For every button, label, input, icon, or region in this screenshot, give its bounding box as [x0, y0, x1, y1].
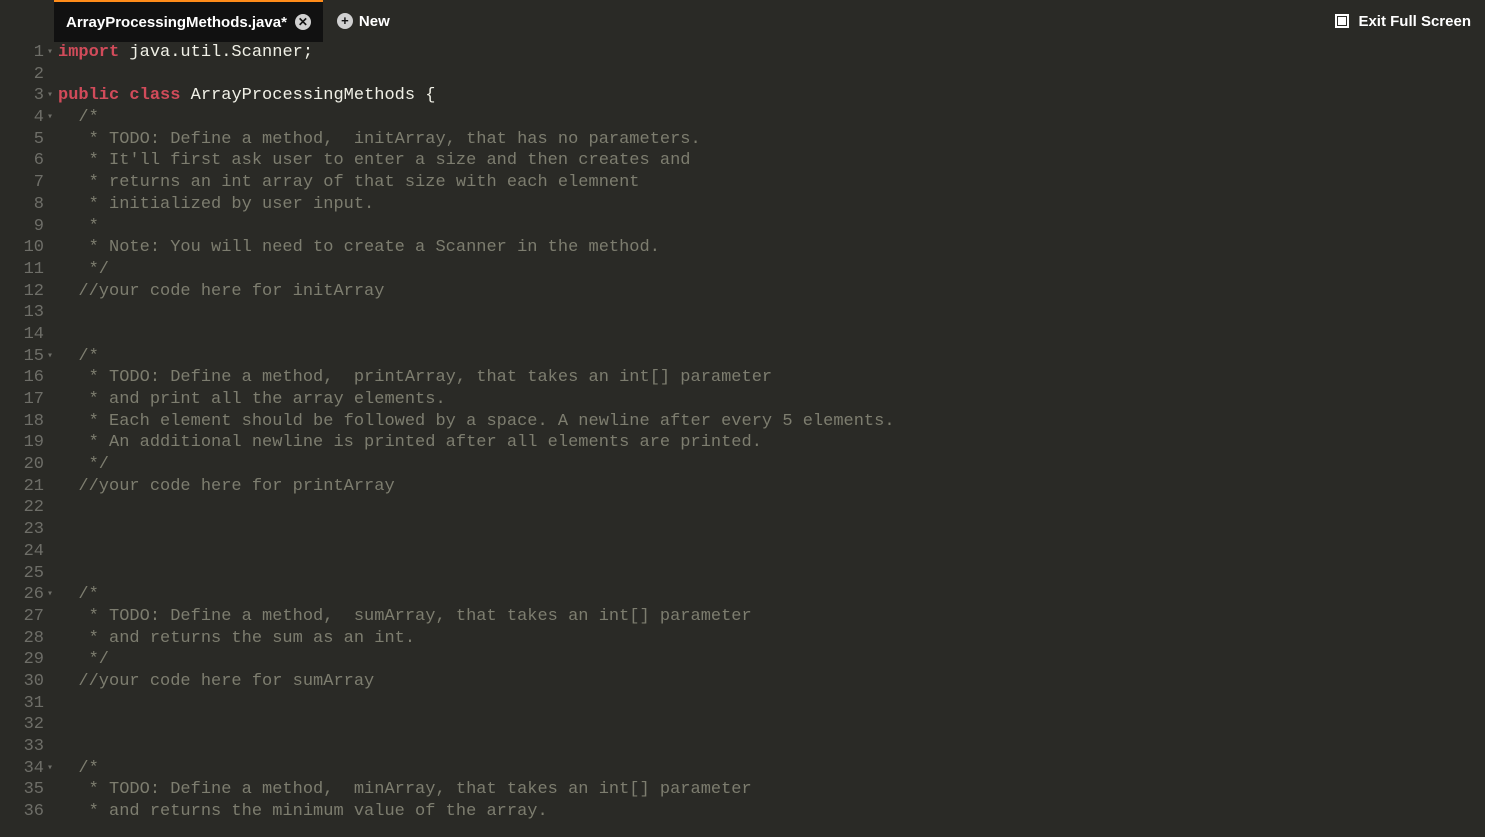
line-number: 10 [0, 237, 44, 259]
new-tab-label: New [359, 13, 390, 30]
code-line: /* [58, 758, 1485, 780]
code-line [58, 736, 1485, 758]
line-number: 13 [0, 302, 44, 324]
code-line [58, 324, 1485, 346]
new-tab-button[interactable]: + New [323, 0, 404, 42]
code-line: */ [58, 259, 1485, 281]
line-number: 33 [0, 736, 44, 758]
line-number: 26 [0, 584, 44, 606]
close-tab-icon[interactable]: ✕ [295, 14, 311, 30]
code-line: */ [58, 649, 1485, 671]
code-line: /* [58, 107, 1485, 129]
line-number: 7 [0, 172, 44, 194]
line-number: 17 [0, 389, 44, 411]
line-number: 31 [0, 693, 44, 715]
fullscreen-exit-icon [1334, 13, 1350, 29]
code-line [58, 302, 1485, 324]
code-line: * TODO: Define a method, sumArray, that … [58, 606, 1485, 628]
code-line: * TODO: Define a method, minArray, that … [58, 779, 1485, 801]
code-area[interactable]: import java.util.Scanner; public class Ar… [54, 42, 1485, 837]
code-line: /* [58, 346, 1485, 368]
line-number: 21 [0, 476, 44, 498]
line-number: 36 [0, 801, 44, 823]
code-line: //your code here for printArray [58, 476, 1485, 498]
code-editor[interactable]: 1234567891011121314151617181920212223242… [0, 42, 1485, 837]
line-number: 29 [0, 649, 44, 671]
code-line: public class ArrayProcessingMethods { [58, 85, 1485, 107]
code-line: * An additional newline is printed after… [58, 432, 1485, 454]
code-line [58, 541, 1485, 563]
code-line [58, 563, 1485, 585]
line-number: 4 [0, 107, 44, 129]
code-line [58, 497, 1485, 519]
line-number: 22 [0, 497, 44, 519]
code-line: //your code here for sumArray [58, 671, 1485, 693]
gutter-spacer [0, 0, 54, 42]
line-number: 8 [0, 194, 44, 216]
line-number: 25 [0, 563, 44, 585]
line-number: 35 [0, 779, 44, 801]
code-line: import java.util.Scanner; [58, 42, 1485, 64]
code-line [58, 714, 1485, 736]
line-number: 2 [0, 64, 44, 86]
topbar: ArrayProcessingMethods.java* ✕ + New Exi… [0, 0, 1485, 42]
code-line: * returns an int array of that size with… [58, 172, 1485, 194]
line-number: 28 [0, 628, 44, 650]
line-number: 20 [0, 454, 44, 476]
line-number: 6 [0, 150, 44, 172]
line-number: 34 [0, 758, 44, 780]
line-number: 23 [0, 519, 44, 541]
code-line: * and print all the array elements. [58, 389, 1485, 411]
code-line: * and returns the minimum value of the a… [58, 801, 1485, 823]
line-number: 9 [0, 216, 44, 238]
line-number: 14 [0, 324, 44, 346]
line-number: 11 [0, 259, 44, 281]
plus-icon: + [337, 13, 353, 29]
code-line: * Each element should be followed by a s… [58, 411, 1485, 433]
line-number: 24 [0, 541, 44, 563]
code-line: */ [58, 454, 1485, 476]
line-number: 30 [0, 671, 44, 693]
code-line: * Note: You will need to create a Scanne… [58, 237, 1485, 259]
exit-fullscreen-label: Exit Full Screen [1358, 13, 1471, 30]
line-number: 19 [0, 432, 44, 454]
line-number: 18 [0, 411, 44, 433]
line-number: 1 [0, 42, 44, 64]
line-number: 12 [0, 281, 44, 303]
code-line [58, 519, 1485, 541]
file-tab-title: ArrayProcessingMethods.java* [66, 14, 287, 31]
code-line [58, 693, 1485, 715]
code-line: * TODO: Define a method, printArray, tha… [58, 367, 1485, 389]
file-tab[interactable]: ArrayProcessingMethods.java* ✕ [54, 0, 323, 42]
line-number-gutter: 1234567891011121314151617181920212223242… [0, 42, 54, 837]
line-number: 16 [0, 367, 44, 389]
line-number: 27 [0, 606, 44, 628]
exit-fullscreen-button[interactable]: Exit Full Screen [1320, 0, 1485, 42]
code-line: /* [58, 584, 1485, 606]
code-line: * TODO: Define a method, initArray, that… [58, 129, 1485, 151]
code-line: //your code here for initArray [58, 281, 1485, 303]
code-line: * and returns the sum as an int. [58, 628, 1485, 650]
line-number: 5 [0, 129, 44, 151]
line-number: 32 [0, 714, 44, 736]
code-line [58, 64, 1485, 86]
line-number: 15 [0, 346, 44, 368]
code-line: * [58, 216, 1485, 238]
line-number: 3 [0, 85, 44, 107]
code-line: * initialized by user input. [58, 194, 1485, 216]
code-line: * It'll first ask user to enter a size a… [58, 150, 1485, 172]
